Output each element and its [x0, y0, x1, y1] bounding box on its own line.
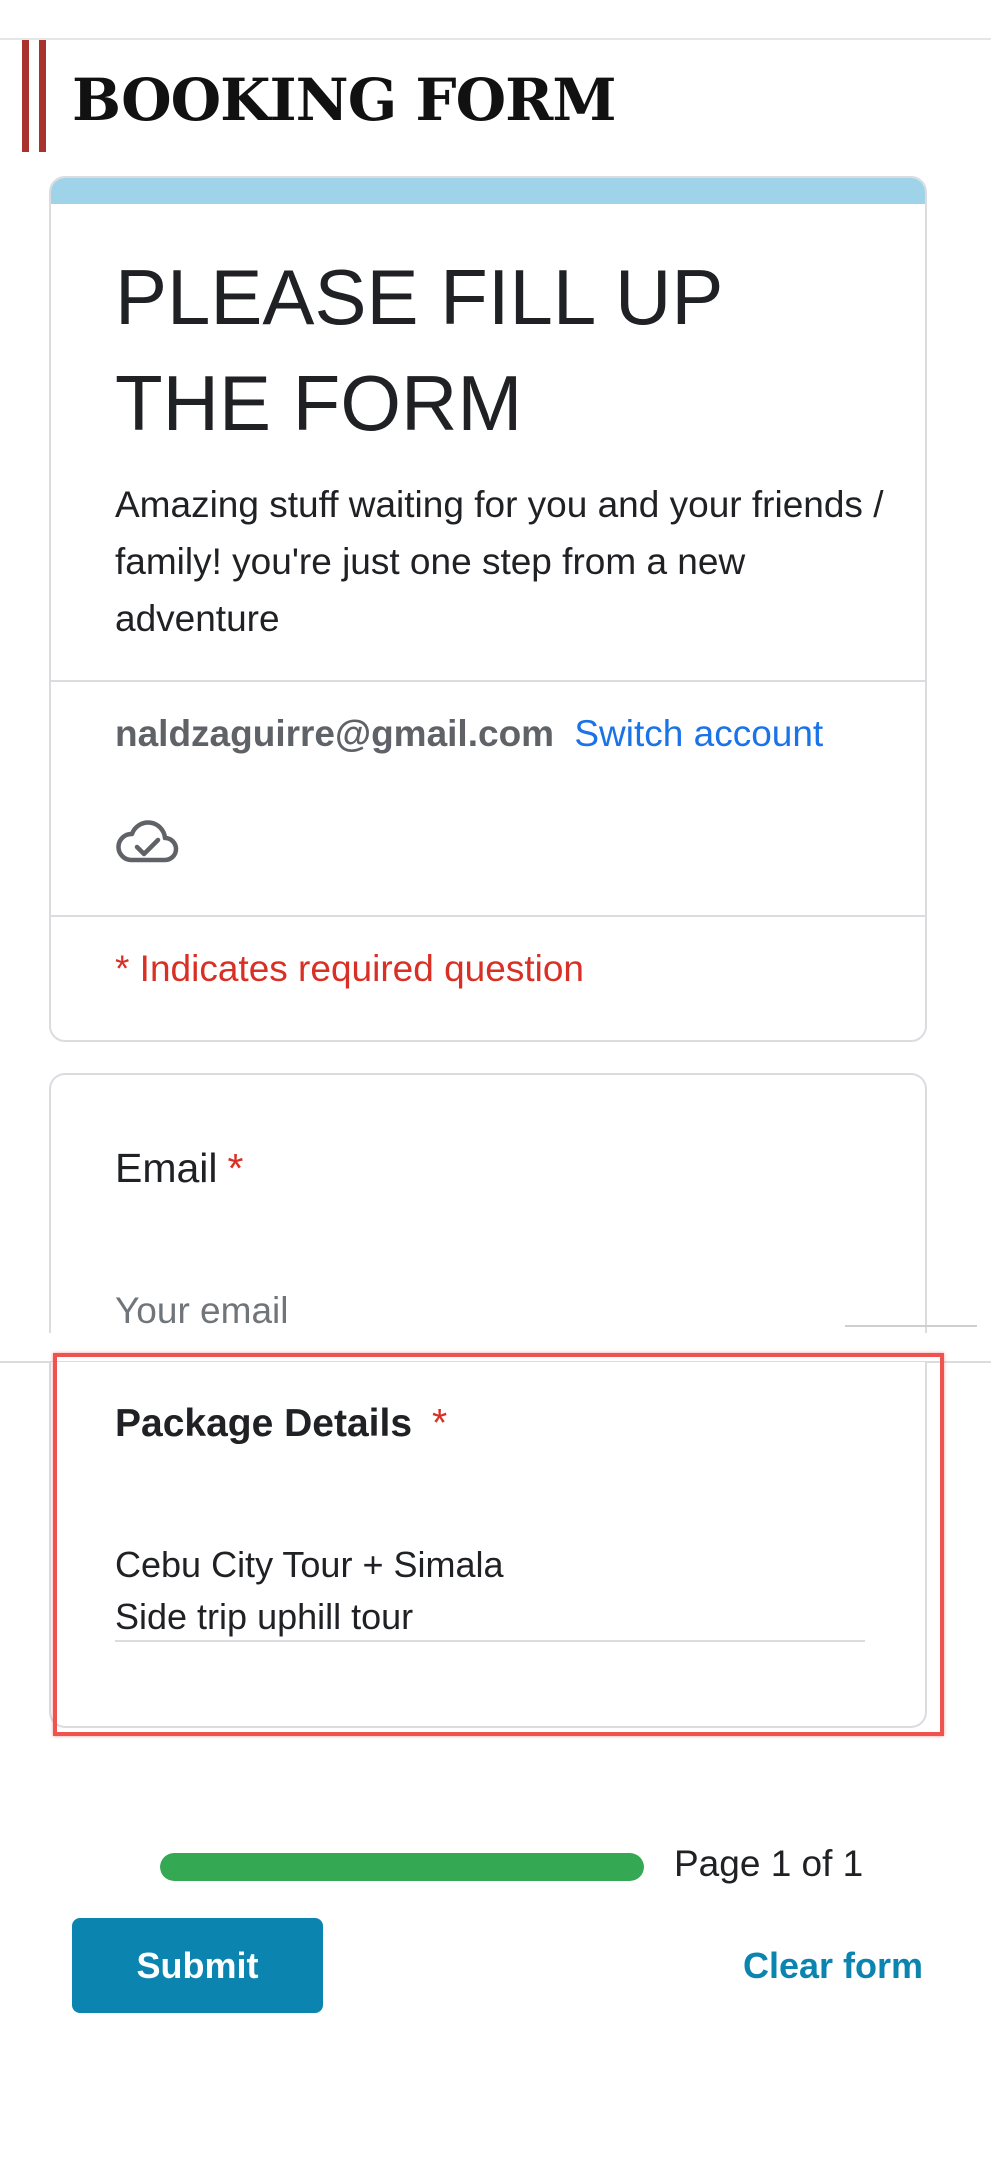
account-row: naldzaguirre@gmail.com Switch account [115, 713, 823, 755]
progress-bar [160, 1853, 644, 1881]
package-answer-underline [115, 1640, 865, 1642]
form-accent-bar [51, 178, 925, 204]
heading-decoration [22, 40, 52, 152]
submit-button[interactable]: Submit [72, 1918, 323, 2013]
cloud-check-icon [116, 820, 179, 863]
top-divider [0, 38, 991, 40]
page-title: BOOKING FORM [72, 66, 617, 134]
switch-account-link[interactable]: Switch account [574, 713, 823, 754]
required-star: * [432, 1402, 448, 1445]
email-input[interactable]: Your email [115, 1290, 288, 1332]
account-email: naldzaguirre@gmail.com [115, 713, 555, 754]
form-header-card: PLEASE FILL UP THE FORM Amazing stuff wa… [49, 176, 927, 1042]
progress-fill [160, 1853, 644, 1881]
package-answer-field[interactable]: Cebu City Tour + Simala Side trip uphill … [115, 1539, 865, 1643]
required-note: * Indicates required question [115, 948, 584, 989]
clear-form-button[interactable]: Clear form [743, 1945, 923, 1987]
email-question-card: Email * Your email [49, 1073, 927, 1333]
form-title: PLEASE FILL UP THE FORM [115, 253, 722, 447]
header-divider [51, 680, 925, 682]
email-label: Email * [115, 1145, 244, 1192]
input-underline [845, 1325, 977, 1327]
required-divider [51, 915, 925, 917]
package-question-card: Package Details * Cebu City Tour + Simala… [49, 1362, 927, 1728]
form-description: Amazing stuff waiting for you and your f… [115, 484, 884, 639]
page-indicator: Page 1 of 1 [674, 1843, 864, 1884]
package-label: Package Details * [115, 1402, 447, 1446]
email-label-text: Email [115, 1145, 218, 1191]
required-star: * [227, 1145, 244, 1191]
package-label-text: Package Details [115, 1402, 413, 1445]
